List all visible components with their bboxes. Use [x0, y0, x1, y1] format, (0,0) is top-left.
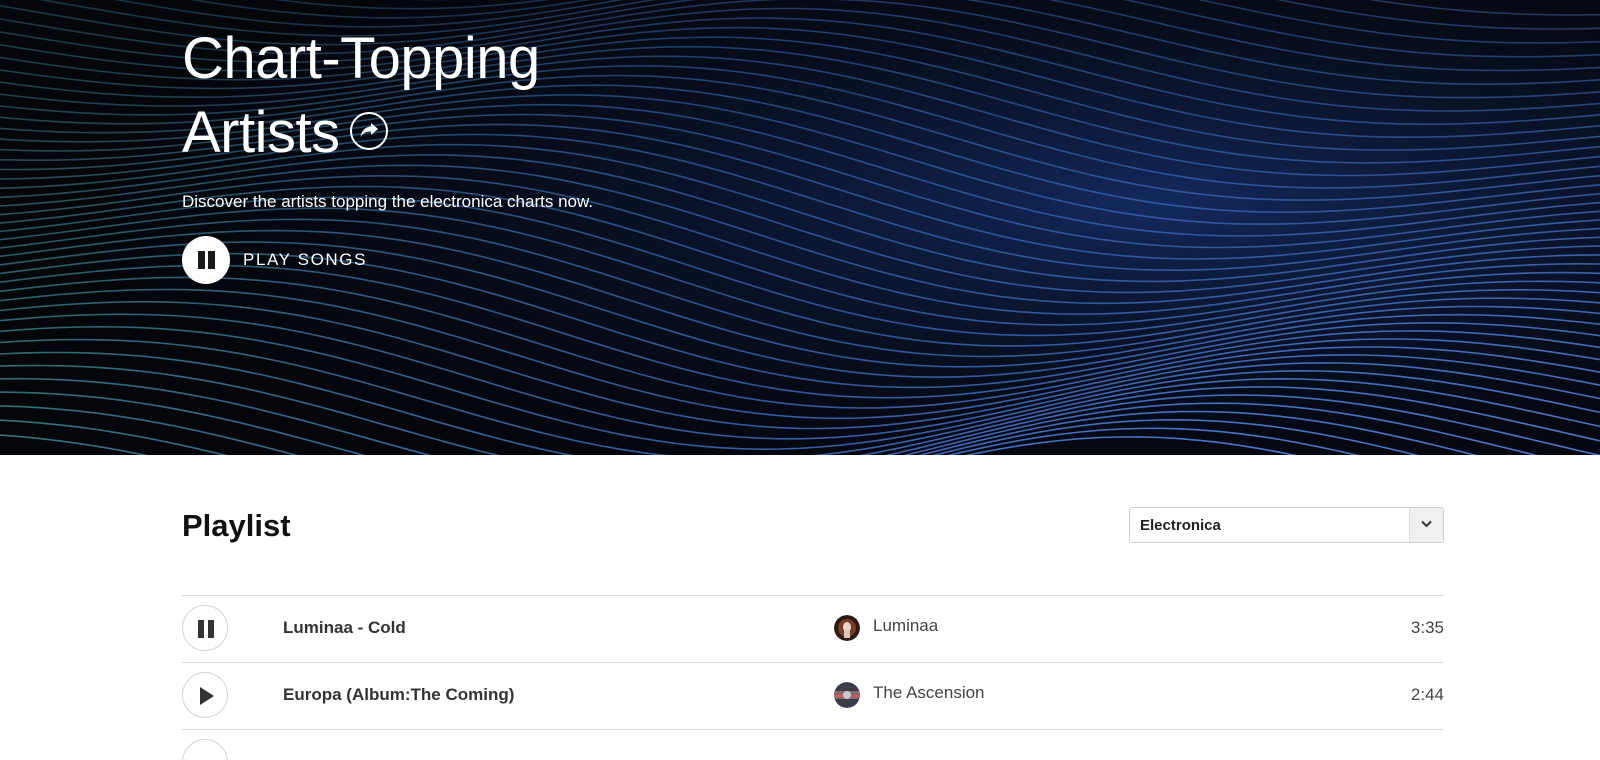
share-arrow-icon [360, 122, 378, 137]
track-duration: 3:35 [1410, 618, 1444, 637]
genre-select-value[interactable]: Electronica [1140, 517, 1221, 534]
play-songs-circle[interactable] [182, 236, 230, 284]
track-row[interactable]: Europa (Album:The Coming) The Ascension … [182, 663, 1444, 730]
artist-avatar [834, 682, 860, 708]
hero-description: Discover the artists topping the electro… [182, 192, 594, 211]
genre-select-toggle[interactable] [1409, 508, 1443, 542]
play-songs-label[interactable]: PLAY SONGS [243, 250, 367, 270]
artist-avatar [834, 615, 860, 641]
track-play-button[interactable] [182, 672, 228, 718]
page-title-line-1: Chart-Topping [182, 26, 540, 91]
track-list: Luminaa - Cold Luminaa 3:35 Europa (Albu… [182, 595, 1444, 760]
track-row[interactable]: Luminaa - Cold Luminaa 3:35 [182, 596, 1444, 663]
pause-icon [197, 251, 215, 269]
share-button[interactable] [349, 111, 388, 150]
genre-select[interactable]: Electronica [1129, 507, 1444, 543]
play-icon [200, 687, 214, 705]
playlist-heading: Playlist [182, 508, 291, 543]
hero-banner: Chart-Topping Artists Discover the artis… [0, 0, 1600, 455]
pause-icon [198, 620, 214, 638]
hero-content: Chart-Topping Artists Discover the artis… [182, 22, 882, 284]
page-title: Chart-Topping Artists [182, 22, 882, 170]
track-pause-button[interactable] [182, 605, 228, 651]
track-row[interactable] [182, 730, 1444, 760]
play-songs-button[interactable]: PLAY SONGS [182, 236, 882, 284]
page-title-line-2-text: Artists [182, 100, 340, 165]
artist-name[interactable]: The Ascension [873, 683, 985, 703]
artist-name[interactable]: Luminaa [873, 616, 938, 636]
playlist-header: Playlist Electronica [182, 506, 1444, 546]
page-title-line-2: Artists [182, 96, 882, 170]
track-title[interactable]: Luminaa - Cold [283, 618, 406, 638]
track-title[interactable]: Europa (Album:The Coming) [283, 685, 514, 705]
track-duration: 2:44 [1410, 685, 1444, 704]
chevron-down-icon [1421, 520, 1432, 528]
